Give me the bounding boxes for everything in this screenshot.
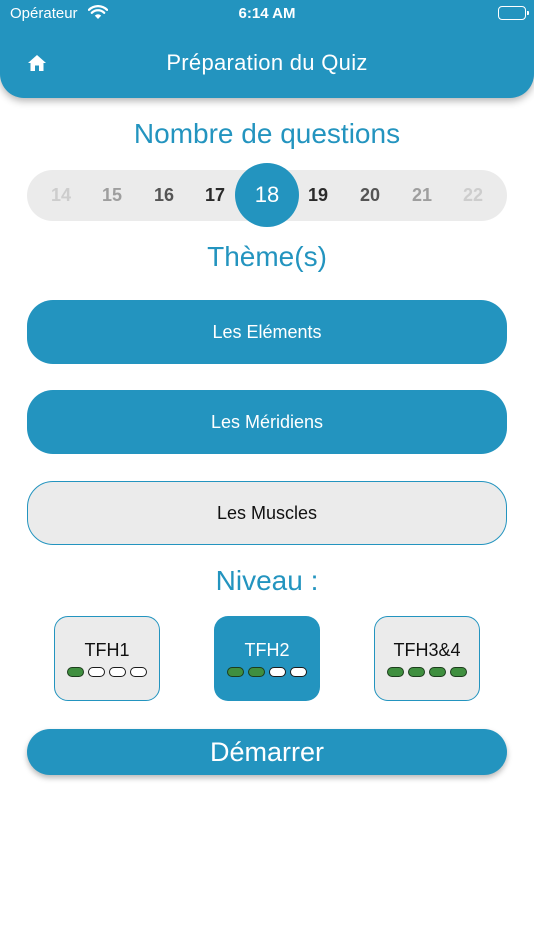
level-dot [248,667,265,677]
question-count-option[interactable]: 17 [189,170,241,221]
theme-button-muscles[interactable]: Les Muscles [27,481,507,545]
level-button-tfh1[interactable]: TFH1 [54,616,160,701]
level-dot [450,667,467,677]
level-dot [408,667,425,677]
level-section-title: Niveau : [215,565,319,596]
level-button-tfh2[interactable]: TFH2 [214,616,320,701]
level-label: TFH3&4 [393,640,461,660]
level-label: TFH1 [84,640,130,660]
question-count-option[interactable]: 19 [292,170,344,221]
level-dot [88,667,105,677]
questions-section-title: Nombre de questions [133,118,401,149]
level-indicator [387,667,467,677]
question-count-option[interactable]: 22 [447,170,499,221]
level-indicator [67,667,147,677]
question-count-option[interactable]: 15 [86,170,138,221]
status-bar: Opérateur 6:14 AM [0,0,534,28]
question-count-option[interactable]: 14 [35,170,87,221]
level-dot [130,667,147,677]
level-indicator [227,667,307,677]
question-count-option[interactable]: 21 [396,170,448,221]
level-dot [109,667,126,677]
level-dot [290,667,307,677]
level-dot [429,667,446,677]
question-count-option[interactable]: 16 [138,170,190,221]
level-dot [67,667,84,677]
theme-button-meridiens[interactable]: Les Méridiens [27,390,507,454]
theme-button-elements[interactable]: Les Eléments [27,300,507,364]
level-button-tfh3-4[interactable]: TFH3&4 [374,616,480,701]
app-header: Opérateur 6:14 AM Préparation du Quiz [0,0,534,98]
themes-section-title: Thème(s) [207,241,327,272]
status-time: 6:14 AM [238,5,296,22]
page-title: Préparation du Quiz [166,50,368,75]
level-label: TFH2 [244,640,290,660]
level-dot [227,667,244,677]
question-count-selected[interactable]: 18 [235,163,299,227]
start-button[interactable]: Démarrer [27,729,507,775]
question-count-option[interactable]: 20 [344,170,396,221]
level-dot [269,667,286,677]
battery-icon [498,6,529,20]
level-dot [387,667,404,677]
